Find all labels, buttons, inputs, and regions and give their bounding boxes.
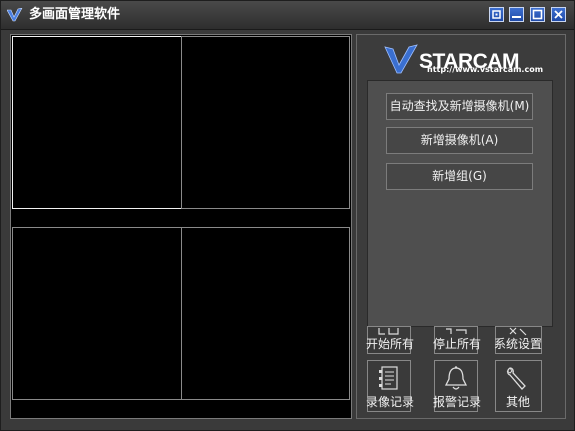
control-panel: STARCAM http://www.vstarcam.com 自动查找及新增摄… — [356, 34, 566, 419]
video-cell-2[interactable] — [181, 36, 350, 209]
stop-all-button[interactable]: 停止所有 — [433, 326, 481, 354]
add-group-button[interactable]: 新增组(G) — [386, 163, 533, 190]
system-settings-button[interactable]: 系统设置 — [494, 326, 542, 354]
vstarcam-logo: STARCAM — [384, 44, 519, 74]
start-all-button[interactable]: 开始所有 — [366, 326, 414, 354]
record-log-label: 录像记录 — [365, 395, 414, 409]
window-title: 多画面管理软件 — [29, 7, 121, 22]
maximize-icon — [532, 9, 543, 20]
close-icon — [554, 10, 563, 19]
system-settings-label: 系统设置 — [493, 337, 542, 351]
action-panel: 自动查找及新增摄像机(M) 新增摄像机(A) 新增组(G) — [367, 80, 553, 327]
alarm-log-button[interactable]: 报警记录 — [433, 360, 481, 412]
video-cell-1[interactable] — [12, 36, 182, 209]
video-grid — [10, 34, 352, 419]
app-window: 多画面管理软件 STARCAM http://www.vstarcam.com … — [0, 0, 575, 431]
stop-all-label: 停止所有 — [432, 337, 481, 351]
video-cell-4[interactable] — [181, 227, 350, 400]
record-log-icon — [379, 366, 398, 390]
close-button[interactable] — [551, 7, 566, 22]
alarm-bell-icon — [444, 366, 468, 390]
minimize-button[interactable] — [509, 7, 524, 22]
logo-url: http://www.vstarcam.com — [427, 65, 544, 74]
pin-icon — [492, 10, 501, 19]
other-button[interactable]: 其他 — [495, 360, 542, 412]
maximize-button[interactable] — [530, 7, 545, 22]
add-camera-button[interactable]: 新增摄像机(A) — [386, 127, 533, 154]
other-label: 其他 — [505, 395, 530, 409]
minimize-icon — [512, 16, 521, 18]
alarm-log-label: 报警记录 — [432, 395, 481, 409]
start-all-label: 开始所有 — [365, 337, 414, 351]
record-log-button[interactable]: 录像记录 — [366, 360, 414, 412]
titlebar[interactable]: 多画面管理软件 — [1, 1, 574, 30]
app-icon — [7, 8, 23, 22]
video-cell-3[interactable] — [12, 227, 182, 400]
wrench-icon — [506, 367, 526, 390]
auto-search-add-camera-button[interactable]: 自动查找及新增摄像机(M) — [386, 93, 533, 120]
pin-button[interactable] — [489, 7, 504, 22]
